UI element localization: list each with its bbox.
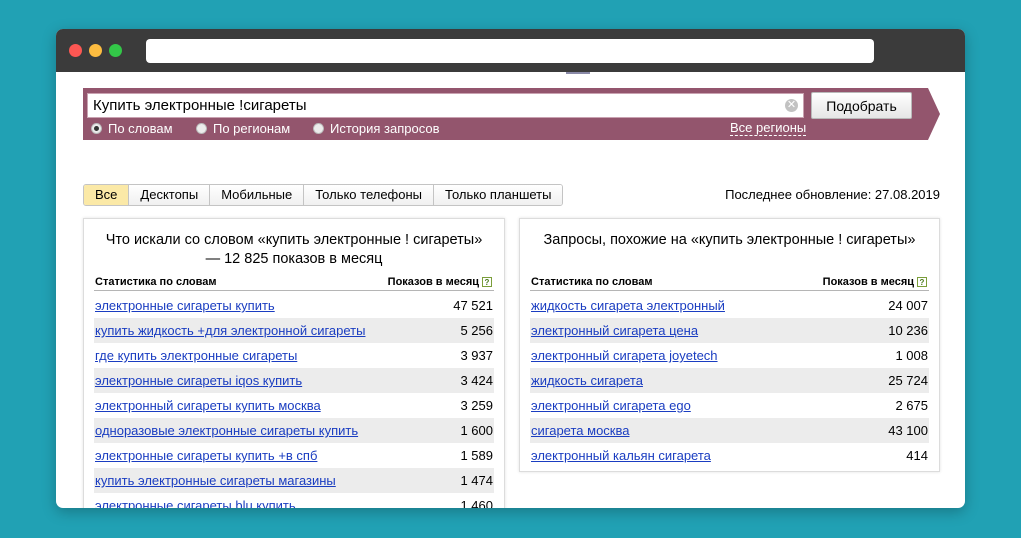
browser-titlebar <box>56 29 965 72</box>
table-row: жидкость сигарета электронный 24 007 <box>530 293 929 318</box>
column-header-phrase: Статистика по словам <box>531 276 653 288</box>
panel-title: Что искали со словом «купить электронные… <box>105 232 483 267</box>
query-list: электронные сигареты купить 47 521 купить … <box>94 293 494 508</box>
query-link[interactable]: электронные сигареты купить +в спб <box>95 448 317 463</box>
panel-title: Запросы, похожие на «купить электронные … <box>543 232 916 248</box>
query-link[interactable]: электронный сигарета ego <box>531 398 691 413</box>
all-regions-link[interactable]: Все регионы <box>730 121 807 136</box>
related-queries-panel: Что искали со словом «купить электронные… <box>83 218 505 508</box>
query-count: 414 <box>906 448 928 463</box>
query-count: 1 600 <box>460 423 493 438</box>
tab-tablets-only[interactable]: Только планшеты <box>433 185 563 205</box>
table-row: купить жидкость +для электронной сигарет… <box>94 318 494 343</box>
query-count: 43 100 <box>888 423 928 438</box>
query-link[interactable]: электронный сигарета joyetech <box>531 348 718 363</box>
query-count: 1 589 <box>460 448 493 463</box>
browser-window: ✕ Подобрать По словам По регионам Истори… <box>56 29 965 508</box>
tab-mobile[interactable]: Мобильные <box>209 185 304 205</box>
clear-search-icon[interactable]: ✕ <box>785 99 798 112</box>
query-link[interactable]: сигарета москва <box>531 423 629 438</box>
column-header-count-label: Показов в месяц <box>822 276 914 288</box>
column-header-count: Показов в месяц ? <box>823 276 927 288</box>
query-link[interactable]: купить жидкость +для электронной сигарет… <box>95 323 365 338</box>
query-list: жидкость сигарета электронный 24 007 элект… <box>530 293 929 468</box>
query-count: 25 724 <box>888 373 928 388</box>
radio-label: История запросов <box>330 120 440 136</box>
radio-checked-icon <box>91 122 102 134</box>
table-row: электронный кальян сигарета 414 <box>530 443 929 468</box>
tab-phones-only[interactable]: Только телефоны <box>303 185 434 205</box>
header-divider <box>530 290 929 291</box>
table-row: одноразовые электронные сигареты купить 1… <box>94 418 494 443</box>
similar-queries-panel: Запросы, похожие на «купить электронные … <box>519 218 940 472</box>
table-row: жидкость сигарета 25 724 <box>530 368 929 393</box>
query-link[interactable]: электронные сигареты купить <box>95 298 275 313</box>
table-row: электронные сигареты blu купить 1 460 <box>94 493 494 508</box>
query-count: 1 008 <box>895 348 928 363</box>
tab-all[interactable]: Все <box>84 185 129 205</box>
query-count: 10 236 <box>888 323 928 338</box>
last-update-text: Последнее обновление: 27.08.2019 <box>725 187 940 202</box>
table-row: электронный сигарета цена 10 236 <box>530 318 929 343</box>
table-row: где купить электронные сигареты 3 937 <box>94 343 494 368</box>
query-link[interactable]: одноразовые электронные сигареты купить <box>95 423 358 438</box>
query-link[interactable]: жидкость сигарета электронный <box>531 298 725 313</box>
query-link[interactable]: где купить электронные сигареты <box>95 348 297 363</box>
page-content: ✕ Подобрать По словам По регионам Истори… <box>56 72 965 508</box>
help-icon[interactable]: ? <box>482 277 492 287</box>
query-link[interactable]: жидкость сигарета <box>531 373 643 388</box>
table-row: электронный сигарета joyetech 1 008 <box>530 343 929 368</box>
mode-by-regions-radio[interactable]: По регионам <box>196 120 291 136</box>
query-count: 2 675 <box>895 398 928 413</box>
query-link[interactable]: электронный кальян сигарета <box>531 448 711 463</box>
column-header-count: Показов в месяц ? <box>388 276 492 288</box>
maximize-window-icon[interactable] <box>109 44 122 57</box>
column-header-count-label: Показов в месяц <box>387 276 479 288</box>
query-count: 24 007 <box>888 298 928 313</box>
submit-button[interactable]: Подобрать <box>811 92 912 119</box>
mode-history-radio[interactable]: История запросов <box>313 120 440 136</box>
table-row: электронные сигареты купить 47 521 <box>94 293 494 318</box>
radio-unchecked-icon <box>196 122 207 134</box>
header-divider <box>566 72 590 74</box>
tab-desktops[interactable]: Десктопы <box>128 185 210 205</box>
column-header-phrase: Статистика по словам <box>95 276 217 288</box>
table-row: электронные сигареты купить +в спб 1 589 <box>94 443 494 468</box>
help-icon[interactable]: ? <box>917 277 927 287</box>
mode-by-words-radio[interactable]: По словам <box>91 120 173 136</box>
query-count: 1 474 <box>460 473 493 488</box>
radio-label: По регионам <box>213 120 291 136</box>
query-count: 3 424 <box>460 373 493 388</box>
query-count: 47 521 <box>453 298 493 313</box>
query-count: 1 460 <box>460 498 493 508</box>
query-link[interactable]: электронные сигареты blu купить <box>95 498 296 508</box>
query-count: 3 259 <box>460 398 493 413</box>
device-tabs: Все Десктопы Мобильные Только телефоны Т… <box>83 184 564 206</box>
search-band-arrow <box>928 88 940 140</box>
minimize-window-icon[interactable] <box>89 44 102 57</box>
query-link[interactable]: купить электронные сигареты магазины <box>95 473 336 488</box>
radio-unchecked-icon <box>313 122 324 134</box>
search-input[interactable] <box>87 93 804 118</box>
table-row: электронный сигарета ego 2 675 <box>530 393 929 418</box>
close-window-icon[interactable] <box>69 44 82 57</box>
radio-label: По словам <box>108 120 173 136</box>
address-bar[interactable] <box>146 39 874 63</box>
table-row: сигарета москва 43 100 <box>530 418 929 443</box>
query-link[interactable]: электронный сигареты купить москва <box>95 398 321 413</box>
table-row: купить электронные сигареты магазины 1 47… <box>94 468 494 493</box>
query-count: 5 256 <box>460 323 493 338</box>
table-row: электронные сигареты iqos купить 3 424 <box>94 368 494 393</box>
table-row: электронный сигареты купить москва 3 259 <box>94 393 494 418</box>
query-count: 3 937 <box>460 348 493 363</box>
header-divider <box>94 290 494 291</box>
query-link[interactable]: электронный сигарета цена <box>531 323 698 338</box>
query-link[interactable]: электронные сигареты iqos купить <box>95 373 302 388</box>
